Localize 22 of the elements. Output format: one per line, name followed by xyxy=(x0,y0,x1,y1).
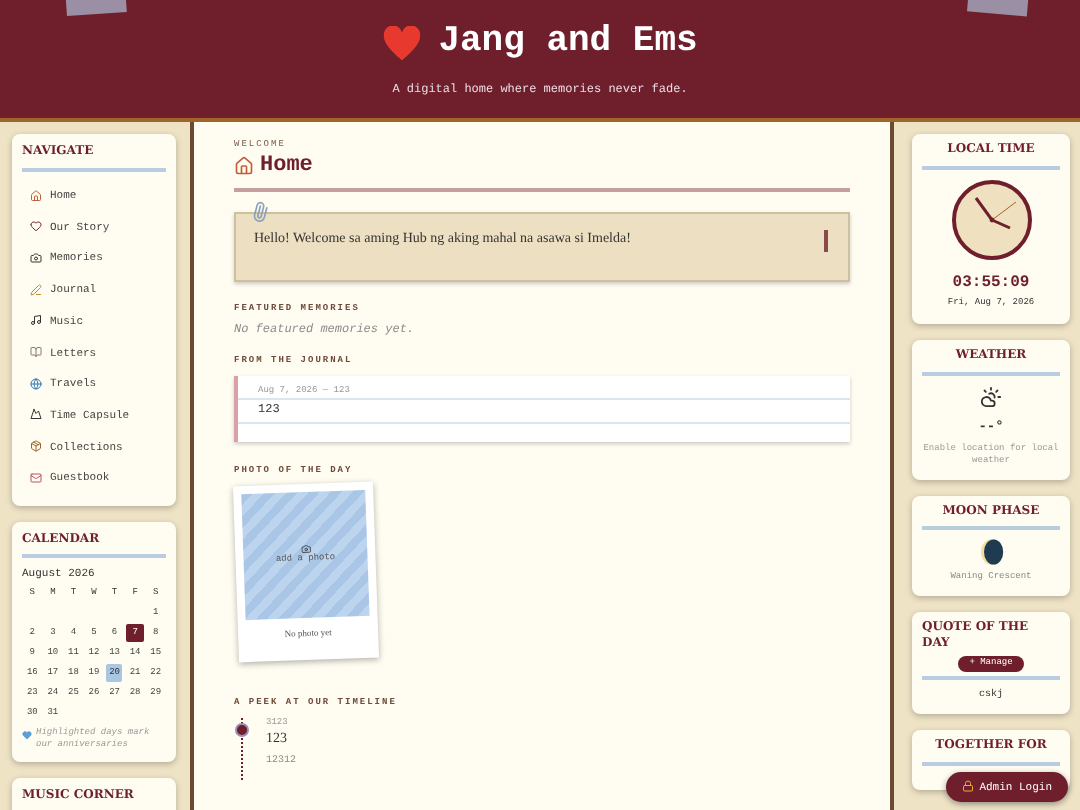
book-icon xyxy=(30,346,42,359)
mountain-icon xyxy=(30,408,42,421)
camera-icon xyxy=(300,544,311,556)
house-icon xyxy=(30,189,42,202)
camera-icon xyxy=(30,252,42,265)
package-icon xyxy=(30,440,42,453)
page-title: Home xyxy=(260,151,313,181)
timeline-marker-drawing xyxy=(234,718,250,783)
heart-icon xyxy=(22,729,32,740)
cloud-sun-icon xyxy=(980,385,1002,408)
digital-clock: 03:55:09 xyxy=(952,273,1030,295)
globe-icon xyxy=(30,377,42,390)
heart-icon xyxy=(382,25,423,62)
site-title: Jang and Ems xyxy=(438,19,698,66)
analog-clock-drawing xyxy=(949,177,1033,262)
heart-icon xyxy=(30,220,42,233)
music-note-icon xyxy=(30,314,42,327)
envelope-icon xyxy=(30,471,42,484)
lock-icon xyxy=(961,780,974,793)
house-icon xyxy=(234,155,254,176)
pencil-icon xyxy=(30,283,42,296)
moon-icon xyxy=(979,538,1003,567)
